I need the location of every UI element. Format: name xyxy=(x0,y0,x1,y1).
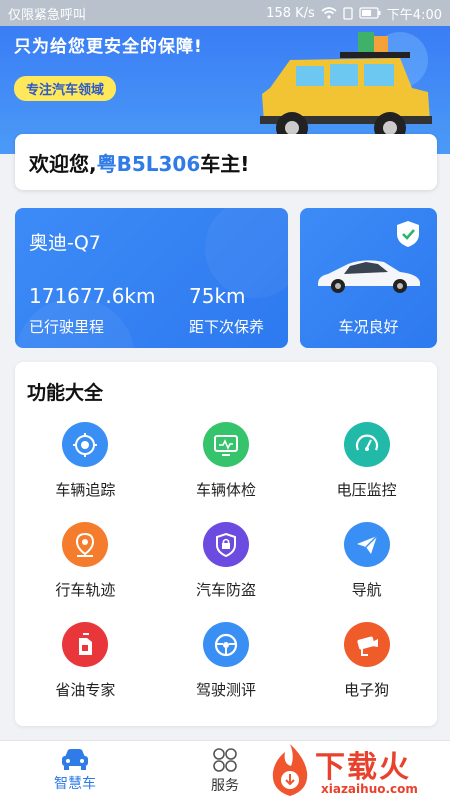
banner-tag: 专注汽车领域 xyxy=(14,76,117,101)
vehicle-info-card[interactable]: 奥迪-Q7 171677.6km 已行驶里程 75km 距下次保养 xyxy=(15,208,288,348)
clock: 下午4:00 xyxy=(386,7,442,23)
feature-label: 行车轨迹 xyxy=(55,581,116,599)
fuel-can-icon xyxy=(62,622,109,667)
tab-label: 智慧车 xyxy=(54,776,96,792)
feature-anti-theft[interactable]: 汽车防盗 xyxy=(156,522,297,600)
steering-wheel-icon xyxy=(202,622,249,667)
feature-label: 汽车防盗 xyxy=(195,581,256,599)
features-panel: 功能大全 车辆追踪 车辆体检 电压监控 行车轨迹 汽车防盗 导航 省油专家 驾驶… xyxy=(15,362,437,726)
watermark: 下载火 xiazaihuo.com xyxy=(263,740,450,800)
feature-label: 电子狗 xyxy=(344,681,390,699)
banner-slogan: 只为给您更安全的保障! xyxy=(14,37,203,57)
feature-voltage-monitor[interactable]: 电压监控 xyxy=(296,422,437,500)
status-left-text: 仅限紧急呼叫 xyxy=(8,7,87,23)
condition-label: 车况良好 xyxy=(338,318,399,336)
status-bar: 仅限紧急呼叫 158 K/s 下午4:00 xyxy=(0,0,450,26)
feature-vehicle-checkup[interactable]: 车辆体检 xyxy=(156,422,297,500)
vehicle-condition-card[interactable]: 车况良好 xyxy=(300,208,437,348)
grid-petals-icon xyxy=(213,748,237,772)
feature-navigation[interactable]: 导航 xyxy=(296,522,437,600)
tab-label: 服务 xyxy=(211,778,239,794)
tab-service[interactable]: 服务 xyxy=(185,747,265,795)
location-pin-icon xyxy=(62,522,109,567)
car-icon xyxy=(318,260,420,293)
paper-plane-icon xyxy=(343,522,390,567)
next-service-label: 距下次保养 xyxy=(189,318,265,336)
feature-fuel-saving[interactable]: 省油专家 xyxy=(15,622,156,700)
network-speed: 158 K/s xyxy=(266,5,315,21)
flame-logo-icon xyxy=(272,744,308,796)
feature-label: 车辆体检 xyxy=(195,481,256,499)
lock-icon xyxy=(202,522,249,567)
vehicle-model: 奥迪-Q7 xyxy=(29,232,101,254)
car-front-icon xyxy=(62,749,88,770)
status-right: 158 K/s 下午4:00 xyxy=(266,4,442,23)
next-service-value: 75km xyxy=(189,284,246,308)
watermark-url: xiazaihuo.com xyxy=(321,782,418,796)
feature-label: 电压监控 xyxy=(336,481,397,499)
monitor-icon xyxy=(202,422,249,467)
wifi-icon xyxy=(321,7,337,19)
mileage-label: 已行驶里程 xyxy=(29,318,105,336)
feature-label: 省油专家 xyxy=(55,681,116,699)
feature-electronic-dog[interactable]: 电子狗 xyxy=(296,622,437,700)
camera-icon xyxy=(343,622,390,667)
feature-driving-evaluation[interactable]: 驾驶测评 xyxy=(156,622,297,700)
watermark-text: 下载火 xyxy=(315,750,411,785)
tab-smart-car[interactable]: 智慧车 xyxy=(35,747,115,793)
target-icon xyxy=(62,422,109,467)
feature-label: 车辆追踪 xyxy=(55,481,116,499)
welcome-prefix: 欢迎您, xyxy=(29,151,97,176)
feature-label: 导航 xyxy=(351,581,382,599)
license-plate: 粤B5L306 xyxy=(96,151,201,176)
gauge-icon xyxy=(343,422,390,467)
welcome-suffix: 车主! xyxy=(200,151,250,176)
sim-icon xyxy=(343,6,353,20)
shield-check-icon xyxy=(397,221,419,247)
feature-driving-track[interactable]: 行车轨迹 xyxy=(15,522,156,600)
feature-label: 驾驶测评 xyxy=(195,681,256,699)
welcome-card: 欢迎您, 粤B5L306 车主! xyxy=(15,134,437,190)
feature-vehicle-tracking[interactable]: 车辆追踪 xyxy=(15,422,156,500)
features-title: 功能大全 xyxy=(27,382,104,404)
battery-icon xyxy=(359,7,381,19)
mileage-value: 171677.6km xyxy=(29,284,156,308)
features-grid: 车辆追踪 车辆体检 电压监控 行车轨迹 汽车防盗 导航 省油专家 驾驶测评 电子… xyxy=(15,422,437,700)
